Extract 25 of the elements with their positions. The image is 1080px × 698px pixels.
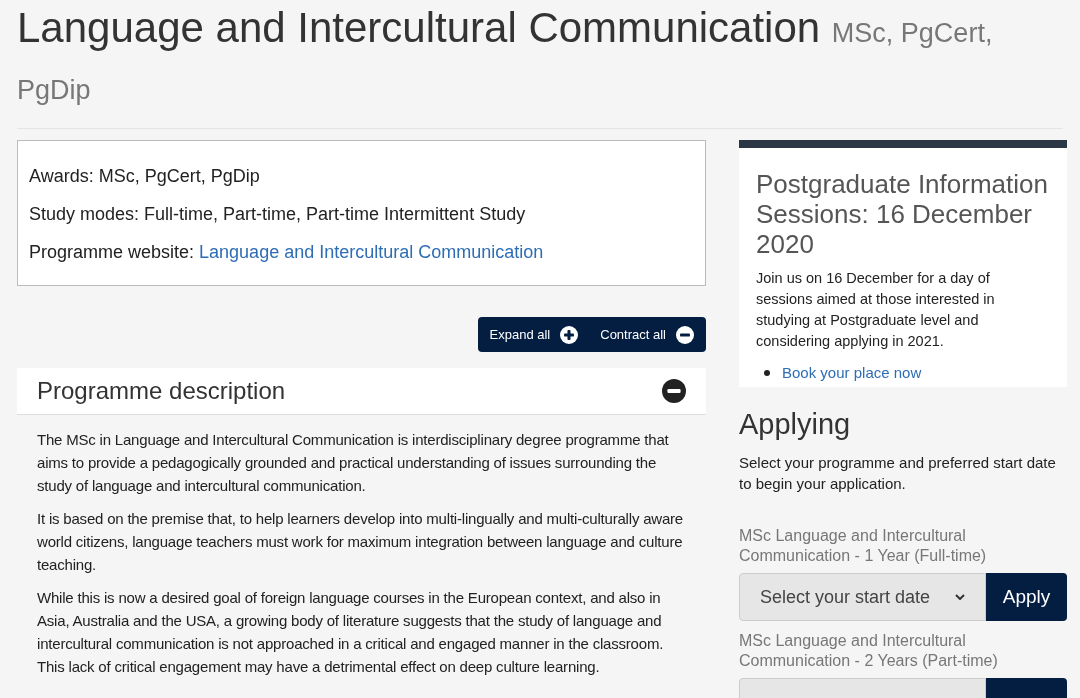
minus-icon xyxy=(676,325,694,344)
chevron-icon xyxy=(955,594,965,600)
contract-all-button[interactable]: Contract all xyxy=(600,324,694,345)
apply-button[interactable]: Apply xyxy=(986,573,1067,621)
collapse-icon xyxy=(662,379,686,403)
plus-icon xyxy=(560,325,579,344)
expand-all-button[interactable]: Expand all xyxy=(489,324,579,345)
card-title: Postgraduate Information Sessions: 16 December 2020 xyxy=(756,169,1049,259)
bullet-icon xyxy=(764,369,770,376)
programme-label: MSc Language and Intercultural Communication - 1 Year (Full-time) xyxy=(739,526,988,566)
card-text: Join us on 16 December for a day of sessions aimed at those interested in studying at Postgraduate level and considering applying in 2021. xyxy=(756,269,996,351)
page-title: Language and Intercultural Communication MSc, PgCert, PgDip xyxy=(17,2,1063,129)
applying-text: Select your programme and preferred start date to begin your application. xyxy=(739,453,1057,494)
paragraph: The MSc in Language and Intercultural Communication is interdisciplinary degree programme that aims to provide a pedagogically grounded and practical understanding of issues surrounding the study of language and intercultural communication. xyxy=(37,430,670,496)
summary-line: Awards: MSc, PgCert, PgDip xyxy=(29,165,261,188)
programme-link[interactable]: Language and Intercultural Communication xyxy=(199,242,544,262)
book-link[interactable]: Book your place now xyxy=(782,362,922,383)
paragraph: While this is now a desired goal of foreign language courses in the European context, and also in Asia, Australia and the USA, a growing body of literature suggests that the study of language and intercultural communication is not approached in a critical and engaged manner in the classroom. This lack of critical engagement may have a detrimental effect on deep culture learning. xyxy=(37,588,665,677)
programme-label: MSc Language and Intercultural Communication - 2 Years (Part-time) xyxy=(739,631,999,671)
start-date-select[interactable]: Select your start date xyxy=(739,573,986,621)
summary-line: Study modes: Full-time, Part-time, Part-time Intermittent Study xyxy=(29,203,527,226)
accordion-header[interactable]: Programme description xyxy=(17,368,706,415)
paragraph: It is based on the premise that, to help learners develop into multi-lingually and multi-culturally aware world citizens, language teachers must work for maximum integration between language and culture teaching. xyxy=(37,509,684,575)
applying-heading: Applying xyxy=(739,407,852,441)
summary-line: Programme website: Language and Intercultural Communication xyxy=(29,241,545,264)
